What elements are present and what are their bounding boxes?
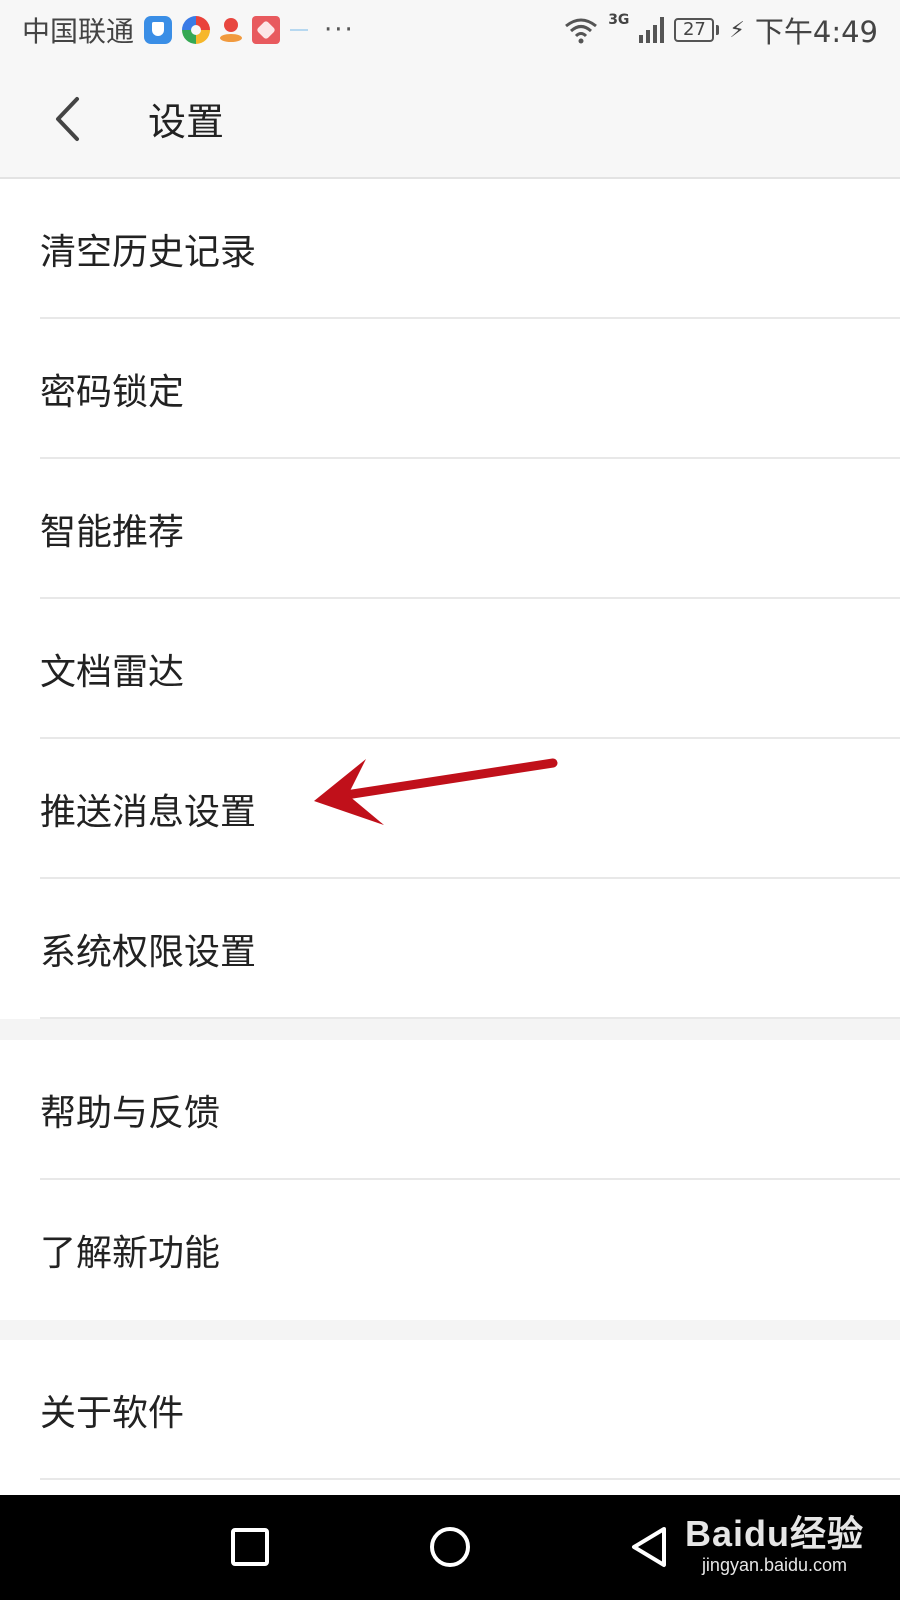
list-item-label: 推送消息设置: [40, 792, 257, 833]
list-item-label: 关于软件: [40, 1393, 185, 1434]
recent-apps-button[interactable]: [228, 1525, 272, 1569]
page-title: 设置: [148, 100, 225, 144]
shield-icon: [144, 16, 173, 44]
list-item-push-settings[interactable]: 推送消息设置: [0, 739, 900, 879]
list-item-smart-recommend[interactable]: 智能推荐: [0, 459, 900, 599]
list-item-system-permissions[interactable]: 系统权限设置: [0, 879, 900, 1019]
battery-tip: [716, 25, 720, 35]
system-nav-bar: Baidu经验 jingyan.baidu.com: [0, 1495, 900, 1600]
list-item-label: 密码锁定: [40, 372, 185, 413]
list-item-label: 帮助与反馈: [40, 1093, 221, 1134]
list-item-whats-new[interactable]: 了解新功能: [0, 1180, 900, 1320]
app-ring-icon: [182, 16, 211, 44]
network-type: 3G: [608, 12, 630, 28]
app-header: 设置: [0, 60, 900, 179]
list-item-help-feedback[interactable]: 帮助与反馈: [0, 1040, 900, 1180]
notification-dash-icon: [290, 29, 309, 31]
list-item-label: 清空历史记录: [40, 232, 257, 273]
status-right: 3G 27 ⚡ 下午4:49: [564, 9, 878, 51]
charging-bolt-icon: ⚡: [729, 17, 745, 43]
home-button[interactable]: [428, 1525, 472, 1569]
list-item-label: 了解新功能: [40, 1233, 221, 1274]
list-item-about[interactable]: 关于软件: [0, 1340, 900, 1480]
gift-app-icon: [252, 16, 281, 44]
status-bar: 中国联通 ··· 3G 27 ⚡ 下午4:49: [0, 0, 900, 60]
battery-level: 27: [674, 18, 715, 42]
back-button[interactable]: [38, 89, 98, 149]
settings-group-main: 清空历史记录 密码锁定 智能推荐 文档雷达 推送消息设置 系统权限设置: [0, 179, 900, 1019]
location-pin-icon: [220, 16, 243, 44]
signal-strength-icon: [639, 17, 665, 43]
list-item-password-lock[interactable]: 密码锁定: [0, 319, 900, 459]
list-item-label: 智能推荐: [40, 512, 185, 553]
clock: 下午4:49: [754, 15, 878, 49]
list-item-document-radar[interactable]: 文档雷达: [0, 599, 900, 739]
nav-back-button[interactable]: [628, 1525, 672, 1569]
status-left: 中国联通 ···: [22, 10, 355, 50]
watermark-url: jingyan.baidu.com: [701, 1555, 848, 1575]
battery-icon: 27: [674, 18, 720, 42]
chevron-left-icon: [56, 96, 79, 141]
list-item-label: 文档雷达: [40, 652, 185, 693]
list-item-label: 系统权限设置: [40, 932, 257, 973]
settings-group-help: 帮助与反馈 了解新功能: [0, 1040, 900, 1320]
watermark-brand: Baidu经验: [684, 1513, 864, 1554]
settings-group-about: 关于软件: [0, 1340, 900, 1495]
wifi-icon: [565, 18, 598, 44]
watermark: Baidu经验 jingyan.baidu.com: [685, 1505, 864, 1576]
carrier-name: 中国联通: [22, 15, 135, 48]
list-item-clear-history[interactable]: 清空历史记录: [0, 179, 900, 319]
more-notifications-icon: ···: [324, 15, 355, 45]
